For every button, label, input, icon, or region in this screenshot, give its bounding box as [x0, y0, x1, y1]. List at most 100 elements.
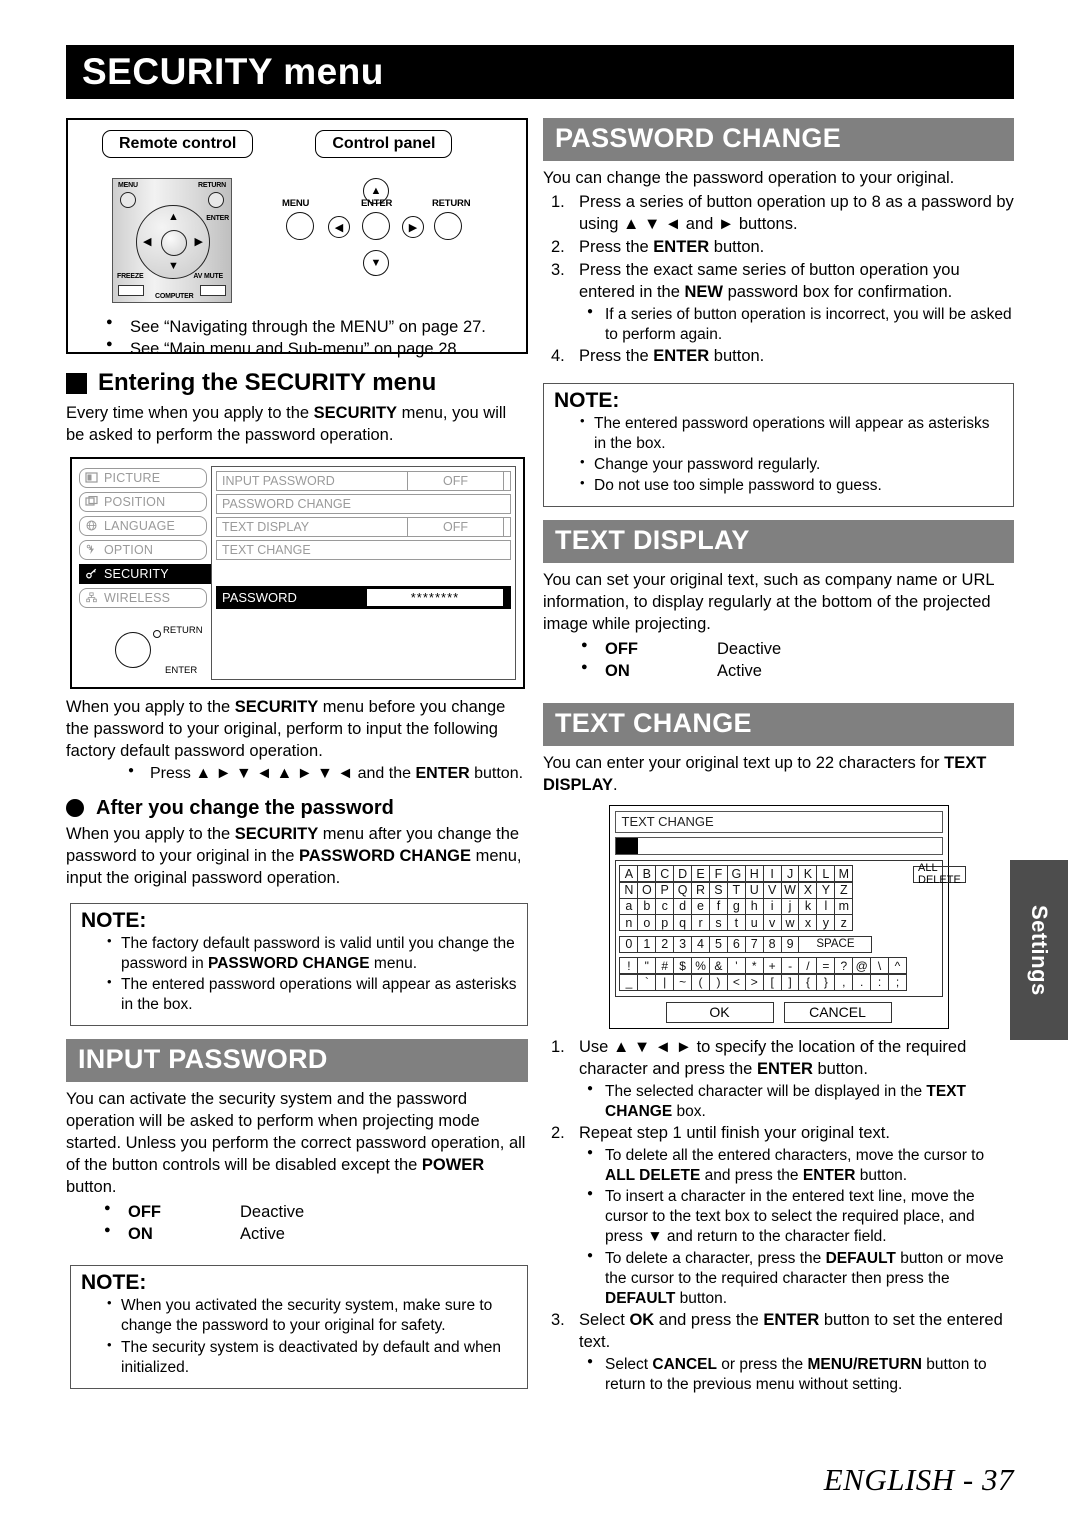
key-7[interactable]: 7 — [744, 935, 764, 953]
key-![interactable]: ! — [619, 957, 639, 975]
key-}[interactable]: } — [816, 973, 836, 991]
key-x[interactable]: x — [798, 914, 818, 932]
key-V[interactable]: V — [762, 881, 782, 899]
cancel-button[interactable]: CANCEL — [783, 1001, 892, 1023]
key-3[interactable]: 3 — [673, 935, 693, 953]
key-p[interactable]: p — [655, 914, 675, 932]
key-i[interactable]: i — [762, 897, 782, 915]
key-F[interactable]: F — [708, 865, 728, 883]
key-y[interactable]: y — [816, 914, 836, 932]
key--[interactable]: - — [780, 957, 800, 975]
key-L[interactable]: L — [816, 865, 836, 883]
key-^[interactable]: ^ — [888, 957, 907, 975]
key-o[interactable]: o — [637, 914, 657, 932]
key-&[interactable]: & — [708, 957, 728, 975]
key-h[interactable]: h — [744, 897, 764, 915]
key-b[interactable]: b — [637, 897, 657, 915]
key-Q[interactable]: Q — [673, 881, 693, 899]
key-?[interactable]: ? — [834, 957, 854, 975]
press-arrows: ▲ ► ▼ ◄ ▲ ► ▼ ◄ — [195, 764, 354, 782]
key-u[interactable]: u — [744, 914, 764, 932]
key-f[interactable]: f — [708, 897, 728, 915]
key-=[interactable]: = — [816, 957, 836, 975]
key-$[interactable]: $ — [673, 957, 693, 975]
key-@[interactable]: @ — [852, 957, 872, 975]
key-`[interactable]: ` — [637, 973, 657, 991]
all-delete-button[interactable]: ALL DELETE — [913, 862, 966, 886]
ok-button[interactable]: OK — [665, 1001, 774, 1023]
key-s[interactable]: s — [708, 914, 728, 932]
key-B[interactable]: B — [637, 865, 657, 883]
key-C[interactable]: C — [655, 865, 675, 883]
key-Z[interactable]: Z — [834, 881, 854, 899]
key-+[interactable]: + — [762, 957, 782, 975]
key-X[interactable]: X — [798, 881, 818, 899]
key-Y[interactable]: Y — [816, 881, 836, 899]
key-.[interactable]: . — [852, 973, 872, 991]
key->[interactable]: > — [744, 973, 764, 991]
key-:[interactable]: : — [870, 973, 890, 991]
key-O[interactable]: O — [637, 881, 657, 899]
key-([interactable]: ( — [691, 973, 711, 991]
key-"[interactable]: " — [637, 957, 657, 975]
key-J[interactable]: J — [780, 865, 800, 883]
key-l[interactable]: l — [816, 897, 836, 915]
key-P[interactable]: P — [655, 881, 675, 899]
key-|[interactable]: | — [655, 973, 675, 991]
key-H[interactable]: H — [744, 865, 764, 883]
key-,[interactable]: , — [834, 973, 854, 991]
key-0[interactable]: 0 — [619, 935, 639, 953]
key-8[interactable]: 8 — [762, 935, 782, 953]
key-d[interactable]: d — [673, 897, 693, 915]
key-n[interactable]: n — [619, 914, 639, 932]
key-'[interactable]: ' — [726, 957, 746, 975]
key-S[interactable]: S — [708, 881, 728, 899]
key-w[interactable]: w — [780, 914, 800, 932]
key-U[interactable]: U — [744, 881, 764, 899]
menu-password-label: PASSWORD — [222, 589, 297, 605]
key-_[interactable]: _ — [619, 973, 639, 991]
key-c[interactable]: c — [655, 897, 675, 915]
key-6[interactable]: 6 — [726, 935, 746, 953]
key-z[interactable]: z — [834, 914, 854, 932]
key-M[interactable]: M — [834, 865, 854, 883]
key-E[interactable]: E — [691, 865, 711, 883]
key-m[interactable]: m — [834, 897, 854, 915]
key-2[interactable]: 2 — [655, 935, 675, 953]
key-N[interactable]: N — [619, 881, 639, 899]
key-A[interactable]: A — [619, 865, 639, 883]
key-R[interactable]: R — [691, 881, 711, 899]
key-g[interactable]: g — [726, 897, 746, 915]
key-a[interactable]: a — [619, 897, 639, 915]
key-4[interactable]: 4 — [691, 935, 711, 953]
key-I[interactable]: I — [762, 865, 782, 883]
key-~[interactable]: ~ — [673, 973, 693, 991]
key-space[interactable]: SPACE — [798, 935, 873, 953]
key-q[interactable]: q — [673, 914, 693, 932]
key-<[interactable]: < — [726, 973, 746, 991]
key-1[interactable]: 1 — [637, 935, 657, 953]
key-T[interactable]: T — [726, 881, 746, 899]
key-e[interactable]: e — [691, 897, 711, 915]
key-K[interactable]: K — [798, 865, 818, 883]
key-G[interactable]: G — [726, 865, 746, 883]
key-[[interactable]: [ — [762, 973, 782, 991]
key-)[interactable]: ) — [708, 973, 728, 991]
key-5[interactable]: 5 — [708, 935, 728, 953]
key-t[interactable]: t — [726, 914, 746, 932]
key-/[interactable]: / — [798, 957, 818, 975]
key-{[interactable]: { — [798, 973, 818, 991]
key-;[interactable]: ; — [888, 973, 907, 991]
key-r[interactable]: r — [691, 914, 711, 932]
key-v[interactable]: v — [762, 914, 782, 932]
key-9[interactable]: 9 — [780, 935, 800, 953]
key-][interactable]: ] — [780, 973, 800, 991]
key-\[interactable]: \ — [870, 957, 890, 975]
key-%[interactable]: % — [691, 957, 711, 975]
key-W[interactable]: W — [780, 881, 800, 899]
key-k[interactable]: k — [798, 897, 818, 915]
key-#[interactable]: # — [655, 957, 675, 975]
key-D[interactable]: D — [673, 865, 693, 883]
key-j[interactable]: j — [780, 897, 800, 915]
key-*[interactable]: * — [744, 957, 764, 975]
